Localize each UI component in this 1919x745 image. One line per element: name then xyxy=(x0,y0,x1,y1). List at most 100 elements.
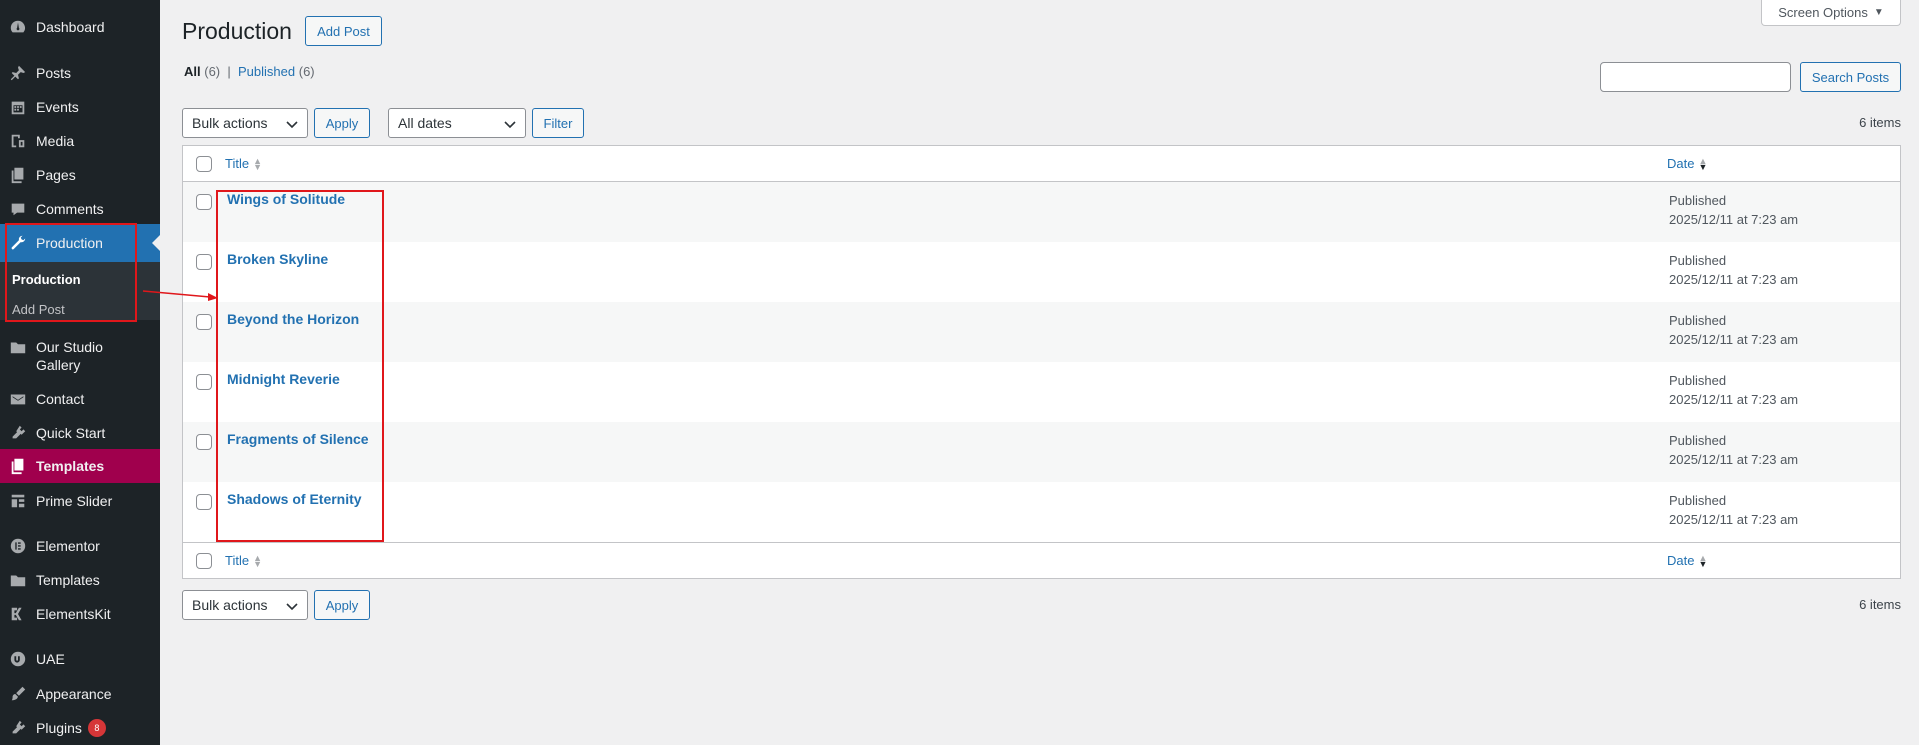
view-published-count: (6) xyxy=(298,64,315,79)
apply-button[interactable]: Apply xyxy=(314,108,370,138)
table-row: Wings of Solitude Published 2025/12/11 at… xyxy=(183,182,1900,242)
row-checkbox[interactable] xyxy=(196,314,212,330)
sidebar-item-label: Our Studio Gallery xyxy=(36,339,103,373)
post-status: Published xyxy=(1669,493,1727,508)
admin-sidebar: Dashboard Posts Events Media Pages Comme… xyxy=(0,0,160,745)
current-menu-notch xyxy=(152,235,160,251)
column-date-header[interactable]: Date ▲ ▼ xyxy=(1667,156,1707,171)
sidebar-item-label: Contact xyxy=(36,391,85,407)
sidebar-item-label: UAE xyxy=(36,651,65,667)
post-date: 2025/12/11 at 7:23 am xyxy=(1669,392,1799,407)
caret-down-icon: ▼ xyxy=(1873,6,1884,18)
post-date-cell: Published 2025/12/11 at 7:23 am xyxy=(1669,251,1798,289)
row-checkbox[interactable] xyxy=(196,434,212,450)
row-checkbox[interactable] xyxy=(196,194,212,210)
column-title-header[interactable]: Title ▲ ▼ xyxy=(225,553,262,568)
sidebar-item-templates[interactable]: Templates xyxy=(0,449,160,483)
row-checkbox[interactable] xyxy=(196,254,212,270)
sidebar-item-templates-elementor[interactable]: Templates xyxy=(0,569,160,591)
sidebar-item-dashboard[interactable]: Dashboard xyxy=(0,16,160,38)
filter-button[interactable]: Filter xyxy=(532,108,584,138)
chevron-down-icon xyxy=(504,121,516,129)
post-date: 2025/12/11 at 7:23 am xyxy=(1669,332,1799,347)
view-all-count: (6) xyxy=(204,64,221,79)
sidebar-item-contact[interactable]: Contact xyxy=(0,388,160,410)
sidebar-item-label: Dashboard xyxy=(36,19,105,35)
post-date-cell: Published 2025/12/11 at 7:23 am xyxy=(1669,191,1798,229)
sidebar-item-label: ElementsKit xyxy=(36,606,111,622)
table-row: Beyond the Horizon Published 2025/12/11 a… xyxy=(183,302,1900,362)
apply-button-bottom[interactable]: Apply xyxy=(314,590,370,620)
select-all-checkbox[interactable] xyxy=(196,553,212,569)
view-separator: | xyxy=(227,64,231,79)
sidebar-item-comments[interactable]: Comments xyxy=(0,198,160,220)
table-row: Shadows of Eternity Published 2025/12/11 … xyxy=(183,482,1900,542)
column-date-label: Date xyxy=(1667,553,1695,568)
annotation-box-titles xyxy=(216,190,384,542)
bulk-actions-value: Bulk actions xyxy=(192,597,268,613)
post-date-cell: Published 2025/12/11 at 7:23 am xyxy=(1669,371,1798,409)
post-date-cell: Published 2025/12/11 at 7:23 am xyxy=(1669,491,1798,529)
sidebar-item-label: Appearance xyxy=(36,686,112,702)
uae-icon xyxy=(0,650,36,668)
table-row: Broken Skyline Published 2025/12/11 at 7:… xyxy=(183,242,1900,302)
screen-options-button[interactable]: Screen Options ▼ xyxy=(1761,0,1901,26)
add-post-button[interactable]: Add Post xyxy=(305,16,382,46)
sidebar-item-our-studio-gallery[interactable]: Our Studio Gallery xyxy=(0,338,160,374)
sort-icon: ▲ ▼ xyxy=(253,552,262,569)
post-status: Published xyxy=(1669,433,1727,448)
table-row: Fragments of Silence Published 2025/12/11… xyxy=(183,422,1900,482)
select-all-checkbox[interactable] xyxy=(196,156,212,172)
sidebar-item-elementskit[interactable]: ElementsKit xyxy=(0,603,160,625)
slider-icon xyxy=(0,492,36,510)
sidebar-item-events[interactable]: Events xyxy=(0,96,160,118)
view-all-link[interactable]: All xyxy=(184,64,201,79)
column-title-label: Title xyxy=(225,553,250,568)
bulk-actions-value: Bulk actions xyxy=(192,115,268,131)
sidebar-item-appearance[interactable]: Appearance xyxy=(0,683,160,705)
mail-icon xyxy=(0,390,36,408)
plug-icon xyxy=(0,719,36,737)
sidebar-item-label: Pages xyxy=(36,167,76,183)
calendar-icon xyxy=(0,98,36,116)
bulk-actions-select[interactable]: Bulk actions xyxy=(182,108,308,138)
column-date-header[interactable]: Date ▲ ▼ xyxy=(1667,553,1707,568)
ek-icon xyxy=(0,605,36,623)
sidebar-item-label: Plugins xyxy=(36,720,82,736)
sidebar-item-media[interactable]: Media xyxy=(0,130,160,152)
post-status-filters: All (6) | Published (6) xyxy=(184,64,315,79)
page-title: Production xyxy=(182,18,292,44)
chevron-down-icon xyxy=(286,603,298,611)
sort-icon: ▲ ▼ xyxy=(1698,155,1708,172)
column-title-header[interactable]: Title ▲ ▼ xyxy=(225,156,262,171)
comment-icon xyxy=(0,200,36,218)
sort-icon: ▲ ▼ xyxy=(1698,552,1708,569)
search-posts-button[interactable]: Search Posts xyxy=(1800,62,1901,92)
sidebar-item-label: Templates xyxy=(36,458,105,474)
sidebar-item-pages[interactable]: Pages xyxy=(0,164,160,186)
view-published-label: Published xyxy=(238,64,296,79)
sidebar-item-uae[interactable]: UAE xyxy=(0,648,160,670)
post-date: 2025/12/11 at 7:23 am xyxy=(1669,212,1799,227)
bulk-actions-select-bottom[interactable]: Bulk actions xyxy=(182,590,308,620)
row-checkbox[interactable] xyxy=(196,374,212,390)
pin-icon xyxy=(0,64,36,82)
screen-options-label: Screen Options xyxy=(1778,4,1868,20)
sidebar-item-quick-start[interactable]: Quick Start xyxy=(0,422,160,444)
sidebar-item-prime-slider[interactable]: Prime Slider xyxy=(0,490,160,512)
post-status: Published xyxy=(1669,373,1727,388)
post-date-cell: Published 2025/12/11 at 7:23 am xyxy=(1669,431,1798,469)
sidebar-item-elementor[interactable]: Elementor xyxy=(0,535,160,557)
sort-icon: ▲ ▼ xyxy=(253,155,262,172)
post-status: Published xyxy=(1669,253,1727,268)
date-filter-select[interactable]: All dates xyxy=(388,108,526,138)
sidebar-item-posts[interactable]: Posts xyxy=(0,62,160,84)
search-input[interactable] xyxy=(1600,62,1791,92)
post-date-cell: Published 2025/12/11 at 7:23 am xyxy=(1669,311,1798,349)
post-date: 2025/12/11 at 7:23 am xyxy=(1669,512,1799,527)
sidebar-item-label: Events xyxy=(36,99,79,115)
sidebar-item-plugins[interactable]: Plugins 8 xyxy=(0,717,160,739)
view-published-link[interactable]: Published xyxy=(238,64,295,79)
column-title-label: Title xyxy=(225,156,250,171)
row-checkbox[interactable] xyxy=(196,494,212,510)
